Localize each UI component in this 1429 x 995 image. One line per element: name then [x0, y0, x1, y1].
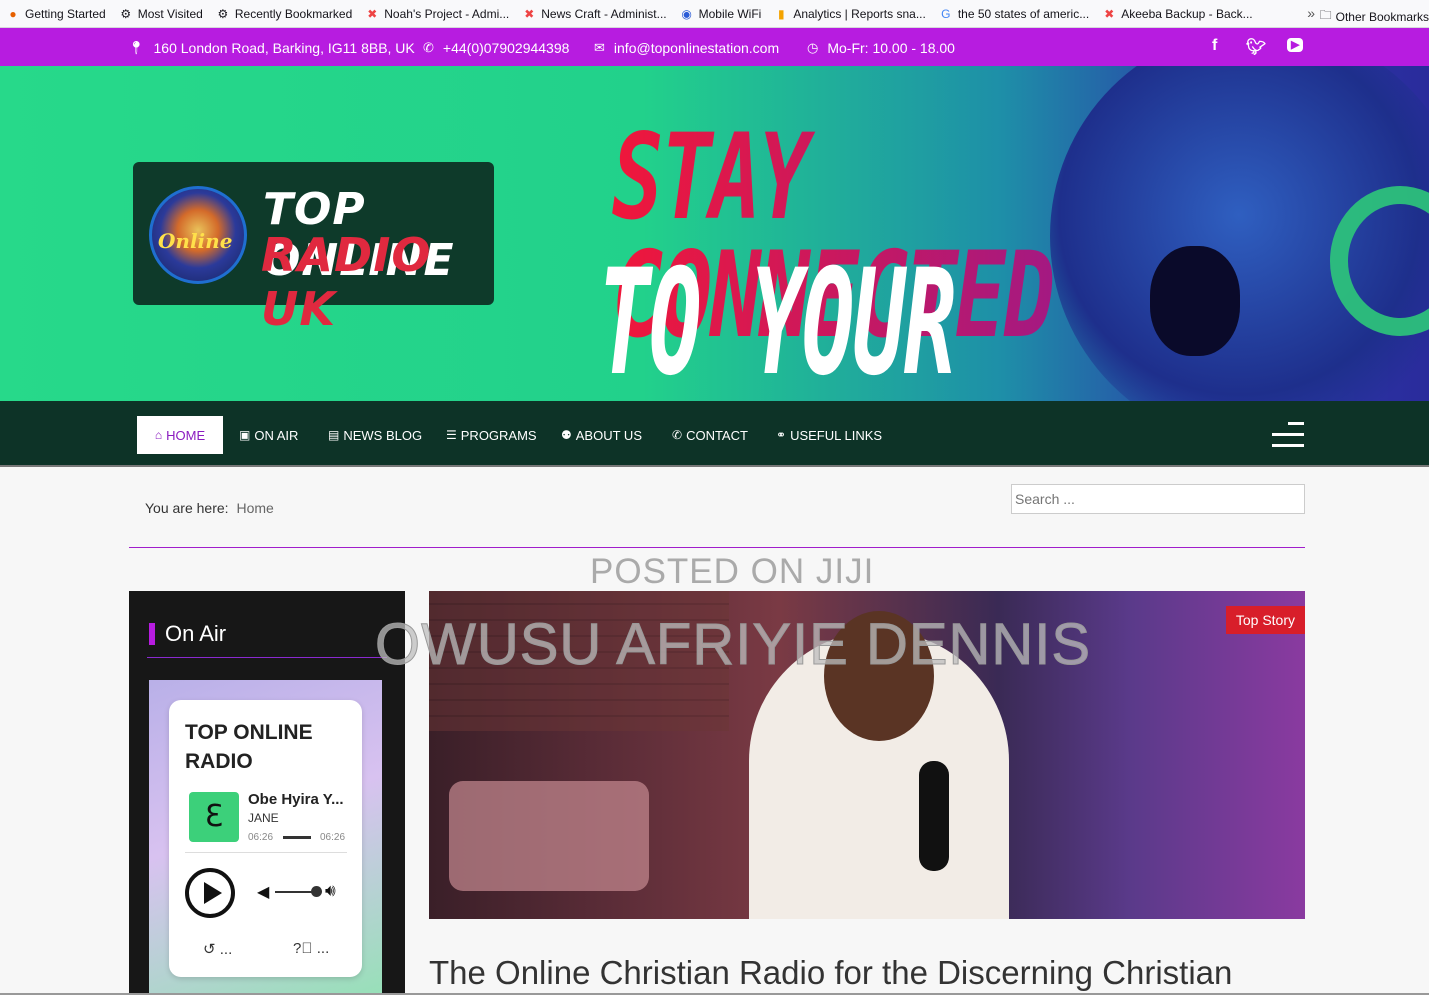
- google-icon: G: [941, 6, 951, 21]
- more-bookmarks-chevron-icon[interactable]: »: [1307, 5, 1315, 21]
- phone-icon: ✆: [672, 428, 683, 442]
- home-icon: ⌂: [154, 428, 163, 442]
- bookmark-other[interactable]: 🗀 Other Bookmarks: [1320, 6, 1429, 27]
- breadcrumb: You are here: Home: [145, 500, 274, 516]
- sidebar-on-air: On Air TOP ONLINE RADIO ℇ Obe Hyira Y...…: [129, 591, 405, 995]
- logo-emblem: Online: [149, 186, 247, 284]
- globe-icon: ◉: [681, 6, 692, 21]
- sidebar-title: On Air: [149, 623, 226, 645]
- radio-player-card: TOP ONLINE RADIO ℇ Obe Hyira Y... JANE 0…: [169, 700, 362, 977]
- top-contact-bar: 📍︎ 160 London Road, Barking, IG11 8BB, UK…: [0, 28, 1429, 66]
- users-icon: ⚉: [561, 428, 572, 442]
- phone-icon: ✆: [423, 40, 434, 55]
- newspaper-icon: ▤: [328, 428, 340, 442]
- bookmark-most-visited[interactable]: ⚙ Most Visited: [119, 7, 203, 21]
- twitter-icon[interactable]: 🐦︎: [1246, 37, 1266, 57]
- volume-up-icon[interactable]: 🔊︎: [325, 881, 336, 901]
- hero-banner: Online TOP ONLINE RADIO UK STAY CONNECTE…: [0, 66, 1429, 402]
- history-icon: ↺: [203, 941, 216, 958]
- nav-item-home[interactable]: ⌂ HOME: [137, 416, 223, 454]
- player-title: TOP ONLINE RADIO: [185, 721, 313, 773]
- clock-icon: ◷: [807, 40, 819, 55]
- hero-slogan-line2: TO YOUR FAITH: [598, 238, 956, 402]
- help-button[interactable]: ?⃝ ...: [293, 940, 329, 957]
- nav-item-programs[interactable]: ☰ PROGRAMS: [446, 416, 537, 454]
- bookmark-recently-bookmarked[interactable]: ⚙ Recently Bookmarked: [216, 7, 352, 21]
- sidebar-divider: [147, 657, 387, 658]
- divider: [129, 547, 1305, 548]
- bookmark-akeeba[interactable]: ✖ Akeeba Backup - Back...: [1102, 7, 1252, 21]
- bookmark-mobile-wifi[interactable]: ◉ Mobile WiFi: [680, 6, 761, 21]
- bookmark-noahs-project[interactable]: ✖ Noah's Project - Admi...: [365, 7, 509, 21]
- radio-icon: ▣: [239, 428, 251, 442]
- player-time-elapsed: 06:26: [248, 832, 274, 843]
- watermark-line2: OWUSU AFRIYIE DENNIS: [374, 612, 1092, 678]
- bookmark-analytics[interactable]: ▮ Analytics | Reports sna...: [774, 7, 926, 21]
- radio-player-widget: TOP ONLINE RADIO ℇ Obe Hyira Y... JANE 0…: [149, 680, 382, 995]
- nav-item-about-us[interactable]: ⚉ ABOUT US: [561, 416, 642, 454]
- player-artist: JANE: [248, 811, 279, 825]
- facebook-icon[interactable]: f: [1212, 37, 1217, 55]
- link-icon: ⚭: [776, 428, 787, 442]
- gear-icon: ⚙: [120, 6, 132, 21]
- player-divider: [185, 852, 347, 853]
- ear-icon: ℇ: [189, 792, 239, 842]
- map-marker-icon: 📍︎: [128, 40, 145, 55]
- joomla-icon: ✖: [367, 6, 378, 21]
- joomla-icon: ✖: [524, 6, 535, 21]
- envelope-icon: ✉: [594, 40, 605, 55]
- microphone: [919, 761, 949, 871]
- bookmark-50-states[interactable]: Gthe 50 states of americ...: [939, 7, 1089, 21]
- bookmark-news-craft[interactable]: ✖ News Craft - Administ...: [522, 7, 666, 21]
- player-song-title: Obe Hyira Y...: [248, 791, 344, 808]
- phone-info[interactable]: ✆ +44(0)07902944398: [423, 40, 569, 56]
- player-time-total: 06:26: [320, 832, 346, 843]
- watermark-line1: POSTED ON JIJI: [590, 552, 875, 591]
- youtube-icon[interactable]: ▶: [1287, 38, 1304, 52]
- top-story-badge: Top Story: [1225, 606, 1305, 634]
- joomla-icon: ✖: [1104, 6, 1115, 21]
- volume-down-icon[interactable]: ◀: [257, 882, 269, 902]
- site-logo[interactable]: Online TOP ONLINE RADIO UK: [133, 162, 494, 336]
- nav-item-useful-links[interactable]: ⚭ USEFUL LINKS: [776, 416, 882, 454]
- folder-icon: 🗀: [1319, 8, 1332, 22]
- email-info[interactable]: ✉ info@toponlinestation.com: [594, 40, 779, 56]
- nav-item-news-blog[interactable]: ▤ NEWS BLOG: [328, 416, 422, 454]
- article-headline[interactable]: The Online Christian Radio for the Disce…: [429, 954, 1232, 992]
- list-icon: ☰: [446, 428, 457, 442]
- hours-info: ◷ Mo-Fr: 10.00 - 18.00: [807, 40, 955, 56]
- address-info: 📍︎ 160 London Road, Barking, IG11 8BB, UK: [128, 40, 415, 56]
- search-input[interactable]: [1011, 484, 1305, 514]
- player-progress-bar[interactable]: [283, 836, 311, 839]
- volume-slider-handle[interactable]: [311, 886, 322, 897]
- logo-text-line2: RADIO UK: [261, 228, 432, 336]
- nav-item-on-air[interactable]: ▣ ON AIR: [239, 416, 298, 454]
- nav-item-contact[interactable]: ✆ CONTACT: [672, 416, 748, 454]
- main-navigation: ⌂ HOME ▣ ON AIR ▤ NEWS BLOG ☰ PROGRAMS ⚉ ABOU…: [0, 401, 1429, 467]
- history-button[interactable]: ↺ ...: [203, 940, 232, 958]
- sofa: [449, 781, 649, 891]
- bookmark-getting-started[interactable]: ● Getting Started: [6, 6, 105, 21]
- breadcrumb-home-link[interactable]: Home: [236, 500, 273, 516]
- bookmarks-bar: ● Getting Started ⚙ Most Visited ⚙ Recently…: [0, 0, 1429, 28]
- analytics-icon: ▮: [778, 6, 785, 21]
- gear-icon: ⚙: [217, 6, 229, 21]
- play-button[interactable]: [185, 868, 235, 918]
- hamburger-menu-icon[interactable]: [1272, 422, 1304, 455]
- help-icon: ?⃝: [293, 940, 313, 957]
- firefox-icon: ●: [9, 6, 17, 21]
